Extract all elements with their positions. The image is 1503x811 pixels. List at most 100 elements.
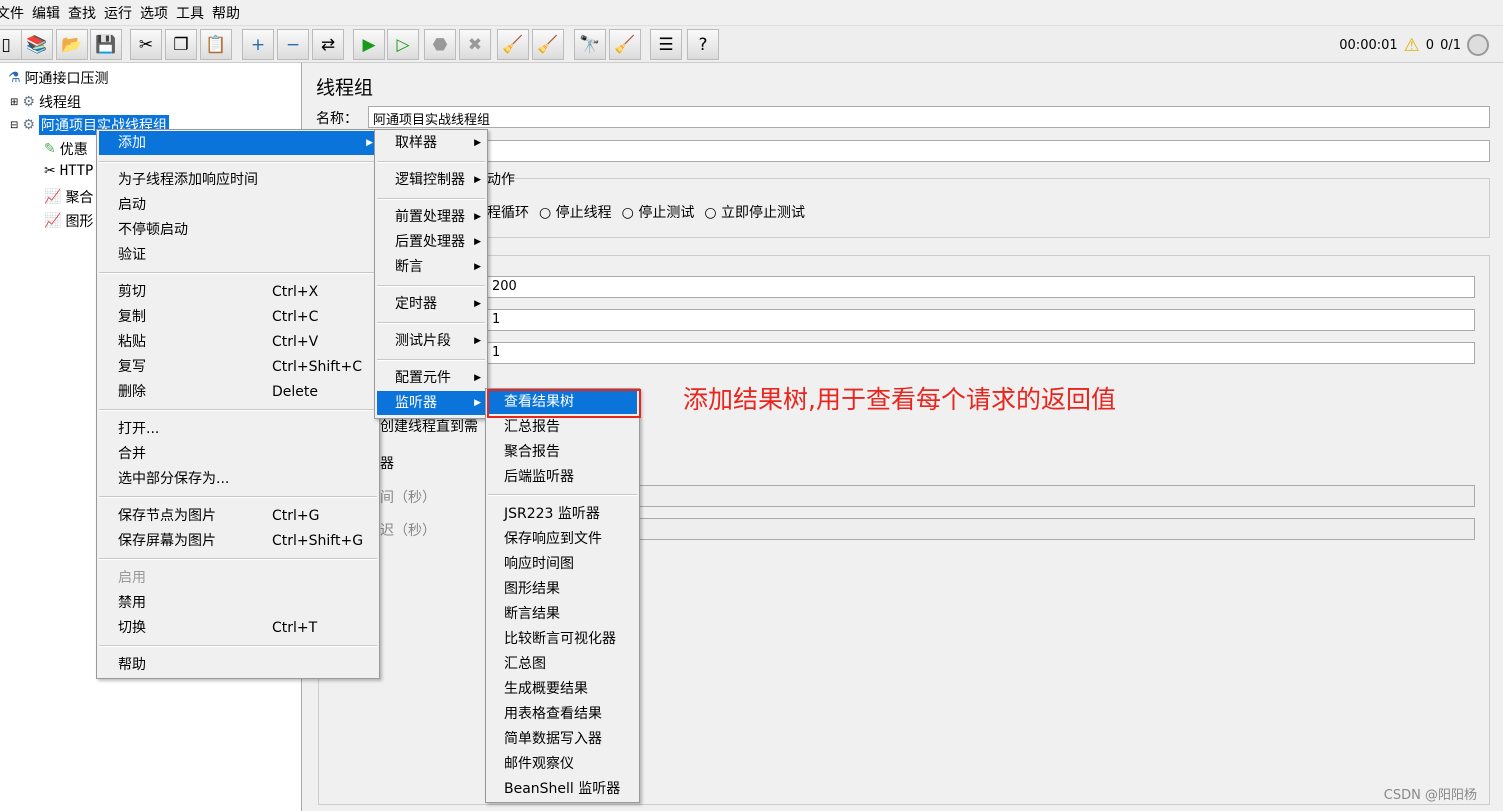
remote-icon[interactable]	[1467, 34, 1489, 56]
tree-root[interactable]: ⚗ 阿通接口压测	[8, 68, 109, 88]
radio-stop-now[interactable]: ○ 立即停止测试	[704, 202, 805, 222]
collapse-button[interactable]: −	[277, 29, 309, 60]
stop-button[interactable]: ⬣	[424, 29, 456, 60]
function-helper-button[interactable]: ☰	[650, 29, 682, 60]
listener-item[interactable]: 汇总图	[488, 652, 637, 676]
listener-item[interactable]: 聚合报告	[488, 440, 637, 464]
menu-3[interactable]: 运行	[104, 0, 140, 23]
tree-item[interactable]: 📈 聚合	[44, 187, 93, 207]
new-button[interactable]: ▯	[0, 29, 22, 60]
help-button[interactable]: ?	[687, 29, 719, 60]
cut-button[interactable]: ✂	[130, 29, 162, 60]
search-button[interactable]: 🔭	[574, 29, 606, 60]
listener-item[interactable]: 保存响应到文件	[488, 527, 637, 551]
context-menu-item[interactable]: 剪切 Ctrl+X	[99, 280, 377, 304]
context-menu-item[interactable]: 复写 Ctrl+Shift+C	[99, 355, 377, 379]
open-button[interactable]: 📂	[56, 29, 88, 60]
listener-item[interactable]: 响应时间图	[488, 552, 637, 576]
context-menu-item[interactable]: 启动	[99, 193, 377, 217]
tree-item[interactable]: ✂ HTTP	[44, 163, 93, 179]
listener-item[interactable]: 汇总报告	[488, 415, 637, 439]
menu-2[interactable]: 查找	[68, 0, 104, 23]
comment-field[interactable]	[368, 140, 1490, 162]
listener-item[interactable]: 简单数据写入器	[488, 727, 637, 751]
radio-stop-thread[interactable]: ○ 停止线程	[539, 202, 612, 222]
menu-6[interactable]: 帮助	[212, 0, 248, 23]
listener-item[interactable]: 后端监听器	[488, 465, 637, 489]
context-menu-item[interactable]: 复制 Ctrl+C	[99, 305, 377, 329]
submenu-arrow-icon: ▶	[474, 398, 481, 408]
listener-item[interactable]: 比较断言可视化器	[488, 627, 637, 651]
expand-icon[interactable]: ⊞	[10, 97, 18, 108]
menu-item-label: 验证	[118, 247, 146, 263]
collapse-icon[interactable]: ⊟	[10, 120, 18, 131]
menu-0[interactable]: 文件	[0, 0, 32, 23]
context-menu-item[interactable]: 添加 ▶	[99, 131, 377, 155]
add-submenu-item[interactable]: 监听器 ▶	[377, 391, 485, 415]
radio-continue[interactable]: 程循环	[487, 202, 529, 222]
menu-1[interactable]: 编辑	[32, 0, 68, 23]
graph-icon: 📈	[44, 213, 62, 229]
context-menu-item[interactable]: 合并	[99, 442, 377, 466]
listener-submenu: 查看结果树 汇总报告 聚合报告 后端监听器 JSR223 监听器 保存响应到文件 响应时间图…	[485, 388, 640, 803]
listener-item[interactable]: 断言结果	[488, 602, 637, 626]
copy-button[interactable]: ❐	[165, 29, 197, 60]
timer: 00:00:01	[1339, 37, 1398, 53]
menu-item-label: 选中部分保存为...	[118, 471, 230, 487]
expand-button[interactable]: +	[242, 29, 274, 60]
tree-item[interactable]: ✎ 优惠	[44, 139, 88, 159]
context-menu-item[interactable]: 打开...	[99, 417, 377, 441]
add-submenu-item[interactable]: 测试片段 ▶	[377, 329, 485, 353]
templates-icon: 📚	[26, 34, 48, 55]
tree-item[interactable]: ⊞ ⚙ 线程组	[10, 92, 81, 112]
context-menu-item[interactable]: 保存节点为图片 Ctrl+G	[99, 504, 377, 528]
clear-all-button[interactable]: 🧹	[532, 29, 564, 60]
context-menu-item[interactable]: 为子线程添加响应时间	[99, 168, 377, 192]
tree-item[interactable]: 📈 图形	[44, 211, 93, 231]
add-submenu-item[interactable]: 配置元件 ▶	[377, 366, 485, 390]
listener-item[interactable]: 邮件观察仪	[488, 752, 637, 776]
listener-item[interactable]: 图形结果	[488, 577, 637, 601]
context-menu-item[interactable]: 帮助	[99, 653, 377, 677]
templates-button[interactable]: 📚	[21, 29, 53, 60]
ramp-up-field[interactable]: 1	[487, 309, 1475, 331]
context-menu-item[interactable]: 删除 Delete	[99, 380, 377, 404]
context-menu-item[interactable]: 保存屏幕为图片 Ctrl+Shift+G	[99, 529, 377, 553]
context-menu-item[interactable]: 禁用	[99, 591, 377, 615]
loop-field[interactable]: 1	[487, 342, 1475, 364]
radio-stop-test[interactable]: ○ 停止测试	[622, 202, 695, 222]
listener-item[interactable]: JSR223 监听器	[488, 502, 637, 526]
context-menu-item[interactable]: 粘贴 Ctrl+V	[99, 330, 377, 354]
add-submenu-item[interactable]: 断言 ▶	[377, 255, 485, 279]
menu-item-label: 粘贴	[118, 334, 146, 350]
listener-item[interactable]: 生成概要结果	[488, 677, 637, 701]
context-menu-item[interactable]: 不停顿启动	[99, 218, 377, 242]
add-submenu-item[interactable]: 逻辑控制器 ▶	[377, 168, 485, 192]
menu-5[interactable]: 工具	[176, 0, 212, 23]
warning-count: 0	[1425, 37, 1435, 53]
reset-search-button[interactable]: 🧹	[609, 29, 641, 60]
name-field[interactable]: 阿通项目实战线程组	[368, 106, 1490, 128]
shortcut-label: Ctrl+V	[272, 334, 319, 350]
threads-field[interactable]: 200	[487, 276, 1475, 298]
listener-item[interactable]: 用表格查看结果	[488, 702, 637, 726]
menu-item-label: 前置处理器	[395, 209, 465, 225]
add-submenu-item[interactable]: 取样器 ▶	[377, 131, 485, 155]
add-submenu-item[interactable]: 后置处理器 ▶	[377, 230, 485, 254]
clear-button[interactable]: 🧹	[497, 29, 529, 60]
add-submenu-item[interactable]: 前置处理器 ▶	[377, 205, 485, 229]
context-menu-item[interactable]: 选中部分保存为...	[99, 467, 377, 491]
shutdown-button[interactable]: ✖	[459, 29, 491, 60]
start-no-pause-button[interactable]: ▷	[387, 29, 419, 60]
save-button[interactable]: 💾	[90, 29, 122, 60]
menu-item-label: JSR223 监听器	[504, 506, 600, 522]
toggle-button[interactable]: ⇄	[312, 29, 344, 60]
context-menu-item[interactable]: 验证	[99, 243, 377, 267]
context-menu-item[interactable]: 切换 Ctrl+T	[99, 616, 377, 640]
paste-button[interactable]: 📋	[200, 29, 232, 60]
menu-4[interactable]: 选项	[140, 0, 176, 23]
listener-item[interactable]: BeanShell 监听器	[488, 777, 637, 801]
start-button[interactable]: ▶	[353, 29, 385, 60]
add-submenu-item[interactable]: 定时器 ▶	[377, 292, 485, 316]
menu-item-label: 保存屏幕为图片	[118, 533, 216, 549]
